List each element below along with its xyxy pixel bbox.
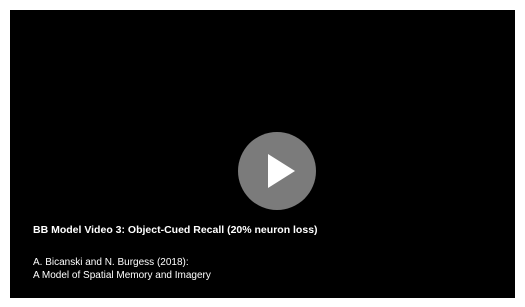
citation-paper-title: A Model of Spatial Memory and Imagery bbox=[33, 270, 211, 281]
video-title: BB Model Video 3: Object-Cued Recall (20… bbox=[33, 224, 318, 236]
video-player[interactable]: BB Model Video 3: Object-Cued Recall (20… bbox=[10, 10, 515, 298]
video-citation: A. Bicanski and N. Burgess (2018): A Mod… bbox=[33, 256, 211, 282]
play-button[interactable] bbox=[238, 132, 316, 210]
play-icon bbox=[268, 154, 295, 188]
citation-authors: A. Bicanski and N. Burgess (2018): bbox=[33, 257, 189, 268]
page: BB Model Video 3: Object-Cued Recall (20… bbox=[0, 0, 525, 307]
